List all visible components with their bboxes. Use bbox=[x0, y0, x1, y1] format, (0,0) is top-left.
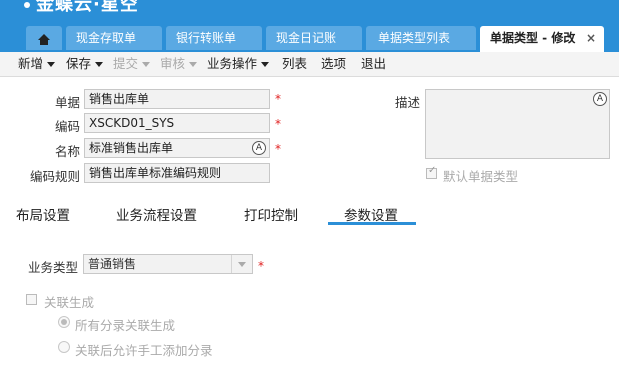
required-mark: * bbox=[275, 117, 281, 131]
biz-type-value: 普通销售 bbox=[88, 257, 137, 271]
coderule-field[interactable]: 销售出库单标准编码规则 bbox=[84, 163, 270, 183]
bill-label: 单据 bbox=[54, 95, 80, 110]
list-button[interactable]: 列表 bbox=[282, 52, 307, 76]
chevron-down-icon bbox=[47, 62, 56, 67]
biz-type-select[interactable]: 普通销售 bbox=[83, 254, 253, 274]
chevron-down-icon[interactable] bbox=[231, 255, 252, 273]
exit-button[interactable]: 退出 bbox=[361, 52, 386, 76]
tab-layout[interactable]: 布局设置 bbox=[16, 204, 70, 224]
brand-logo: 金蝶云·星空 bbox=[24, 0, 139, 16]
multilang-icon[interactable]: A bbox=[252, 141, 266, 155]
desc-label: 描述 bbox=[394, 95, 420, 110]
desc-textarea[interactable] bbox=[425, 89, 610, 159]
tab-label: 单据类型 - 修改 bbox=[490, 31, 576, 45]
tab-print[interactable]: 打印控制 bbox=[244, 204, 298, 224]
business-ops-button[interactable]: 业务操作 bbox=[207, 52, 270, 76]
tab-bill-type-list[interactable]: 单据类型列表 bbox=[366, 26, 476, 50]
radio-all-entries-label: 所有分录关联生成 bbox=[75, 318, 176, 333]
multilang-icon[interactable]: A bbox=[593, 92, 607, 106]
app-header: 金蝶云·星空 现金存取单 银行转账单 现金日记账 单据类型列表 单据类型 - 修… bbox=[0, 0, 619, 52]
link-gen-checkbox[interactable] bbox=[26, 294, 37, 305]
options-button[interactable]: 选项 bbox=[321, 52, 346, 76]
code-label: 编码 bbox=[54, 119, 80, 134]
toolbar: 新增 保存 提交 审核 业务操作 列表 选项 退出 bbox=[0, 52, 619, 77]
new-button[interactable]: 新增 bbox=[18, 52, 56, 76]
tab-bank-transfer[interactable]: 银行转账单 bbox=[166, 26, 262, 50]
close-icon[interactable]: × bbox=[586, 26, 596, 50]
radio-manual-add[interactable] bbox=[58, 341, 70, 353]
submit-button[interactable]: 提交 bbox=[113, 52, 151, 76]
audit-button[interactable]: 审核 bbox=[160, 52, 198, 76]
tab-params[interactable]: 参数设置 bbox=[344, 204, 398, 224]
tab-cash-deposit[interactable]: 现金存取单 bbox=[66, 26, 162, 50]
coderule-label: 编码规则 bbox=[29, 169, 80, 184]
required-mark: * bbox=[258, 259, 264, 273]
chevron-down-icon bbox=[142, 62, 151, 67]
default-type-label: 默认单据类型 bbox=[443, 169, 519, 184]
bill-field[interactable]: 销售出库单 bbox=[84, 89, 270, 109]
chevron-down-icon bbox=[261, 62, 270, 67]
active-tab-indicator bbox=[328, 222, 416, 225]
chevron-down-icon bbox=[95, 62, 104, 67]
code-field[interactable]: XSCKD01_SYS bbox=[84, 113, 270, 133]
section-tabs: 布局设置 业务流程设置 打印控制 参数设置 bbox=[0, 200, 619, 226]
chevron-down-icon bbox=[189, 62, 198, 67]
required-mark: * bbox=[275, 92, 281, 106]
tab-home[interactable] bbox=[26, 26, 62, 50]
name-field[interactable]: 标准销售出库单 bbox=[84, 138, 270, 158]
radio-all-entries[interactable] bbox=[58, 316, 70, 328]
link-gen-label: 关联生成 bbox=[44, 295, 95, 310]
tab-strip: 现金存取单 银行转账单 现金日记账 单据类型列表 单据类型 - 修改 × bbox=[0, 26, 619, 52]
tab-business-flow[interactable]: 业务流程设置 bbox=[116, 204, 197, 224]
tab-cash-journal[interactable]: 现金日记账 bbox=[266, 26, 362, 50]
home-icon bbox=[38, 34, 50, 45]
radio-manual-add-label: 关联后允许手工添加分录 bbox=[75, 343, 213, 358]
default-type-checkbox[interactable] bbox=[426, 165, 437, 179]
save-button[interactable]: 保存 bbox=[66, 52, 104, 76]
biz-type-label: 业务类型 bbox=[28, 260, 79, 275]
name-label: 名称 bbox=[54, 144, 80, 159]
required-mark: * bbox=[275, 142, 281, 156]
tab-bill-type-edit[interactable]: 单据类型 - 修改 × bbox=[480, 26, 604, 52]
